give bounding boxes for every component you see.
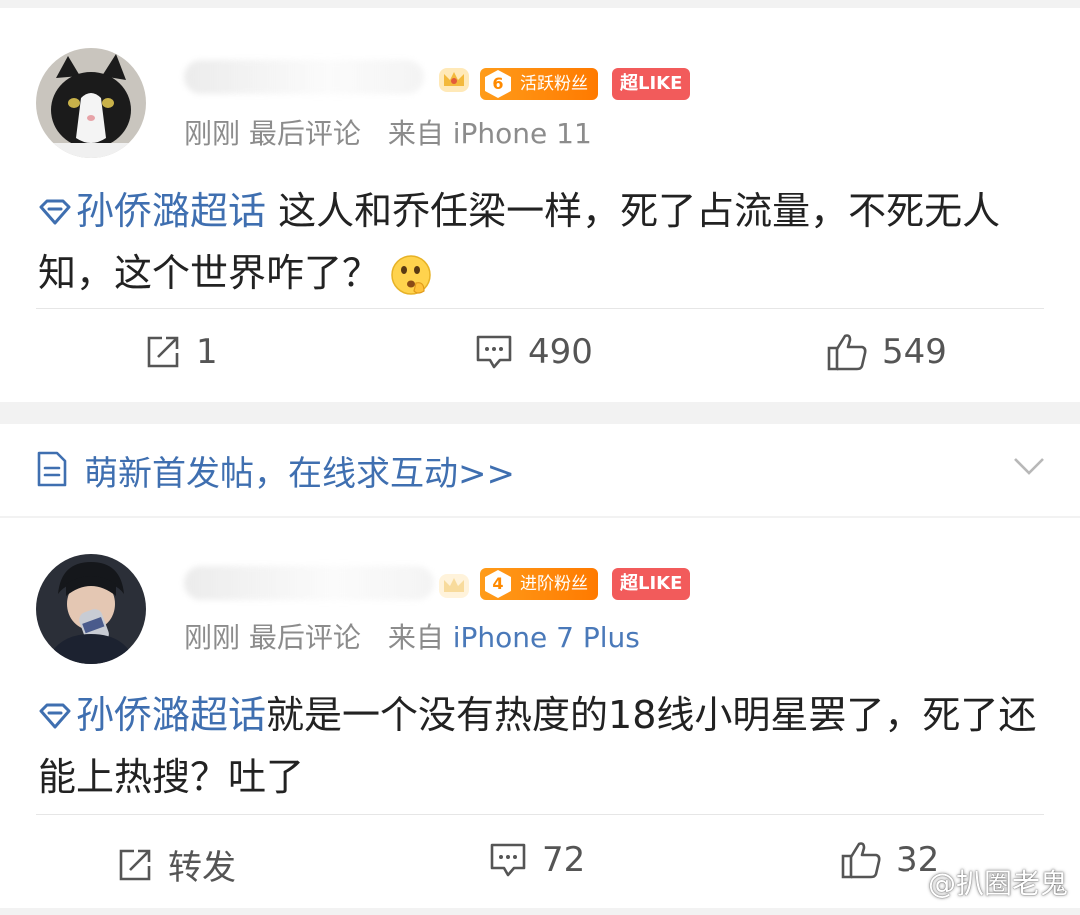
thumbs-up-icon xyxy=(841,842,881,879)
post-content: 孙侨潞超话就是一个没有热度的18线小明星罢了，死了还能上热搜？吐了 xyxy=(38,684,1048,808)
post-card-1: 6 活跃粉丝 超LIKE 刚刚 最后评论 来自 iPhone 11 孙侨潞超话 … xyxy=(0,8,1080,402)
watermark: @扒圈老鬼 xyxy=(882,862,1068,902)
avatar[interactable] xyxy=(36,48,146,158)
fan-level-number: 4 xyxy=(492,574,504,593)
post-status: 最后评论 xyxy=(248,621,361,654)
fan-level-number: 6 xyxy=(492,74,504,93)
super-like-badge: 超LIKE xyxy=(612,68,691,100)
repost-count: 1 xyxy=(196,332,218,372)
repost-icon xyxy=(147,336,179,368)
post-meta: 刚刚 最后评论 来自 iPhone 7 Plus xyxy=(184,616,640,656)
supertopic-link[interactable]: 孙侨潞超话 xyxy=(38,189,266,233)
diamond-icon xyxy=(39,199,71,225)
document-icon xyxy=(37,451,67,487)
watermark-text: @扒圈老鬼 xyxy=(927,867,1068,900)
fan-level-label: 进阶粉丝 xyxy=(520,574,588,594)
username-redacted[interactable] xyxy=(184,60,424,94)
post-time: 刚刚 xyxy=(184,117,241,150)
diamond-icon xyxy=(39,703,71,729)
username-redacted[interactable] xyxy=(184,566,434,600)
supertopic-name: 孙侨潞超话 xyxy=(76,693,267,737)
comment-count: 72 xyxy=(542,840,586,880)
post-meta: 刚刚 最后评论 来自 iPhone 11 xyxy=(184,112,592,152)
repost-button[interactable]: 转发 xyxy=(116,840,236,889)
source-prefix: 来自 xyxy=(387,117,444,150)
supertopic-name: 孙侨潞超话 xyxy=(76,189,267,233)
super-like-badge: 超LIKE xyxy=(612,568,691,600)
thumbs-up-icon xyxy=(827,334,867,371)
fan-level-badge: 6 活跃粉丝 xyxy=(480,68,598,100)
post-time: 刚刚 xyxy=(184,621,241,654)
comment-count: 490 xyxy=(528,332,593,372)
repost-button[interactable]: 1 xyxy=(144,332,218,372)
thinking-face-emoji xyxy=(391,254,431,295)
post-card-2: 4 进阶粉丝 超LIKE 刚刚 最后评论 来自 iPhone 7 Plus 孙侨… xyxy=(0,518,1080,908)
crown-icon xyxy=(439,68,469,92)
like-button[interactable]: 549 xyxy=(826,332,947,372)
fan-level-badge: 4 进阶粉丝 xyxy=(480,568,598,600)
comment-icon xyxy=(476,335,512,369)
banner-text[interactable]: 萌新首发帖，在线求互动>> xyxy=(84,446,515,495)
post-status: 最后评论 xyxy=(248,117,361,150)
weibo-logo-icon xyxy=(882,869,920,897)
like-count: 549 xyxy=(882,332,947,372)
avatar[interactable] xyxy=(36,554,146,664)
comment-icon xyxy=(490,843,526,877)
crown-icon xyxy=(439,574,469,598)
device-name: iPhone 11 xyxy=(452,117,592,150)
device-name[interactable]: iPhone 7 Plus xyxy=(453,621,640,654)
chevron-down-icon[interactable] xyxy=(1012,456,1046,476)
comment-button[interactable]: 72 xyxy=(488,840,585,880)
comment-button[interactable]: 490 xyxy=(474,332,593,372)
promo-banner[interactable]: 萌新首发帖，在线求互动>> xyxy=(0,424,1080,516)
repost-icon xyxy=(119,849,151,880)
supertopic-link[interactable]: 孙侨潞超话 xyxy=(38,693,266,737)
fan-level-label: 活跃粉丝 xyxy=(520,74,588,94)
source-prefix: 来自 xyxy=(387,621,444,654)
post-content: 孙侨潞超话 这人和乔任梁一样，死了占流量，不死无人知，这个世界咋了？ xyxy=(38,180,1048,304)
repost-label: 转发 xyxy=(168,848,236,888)
